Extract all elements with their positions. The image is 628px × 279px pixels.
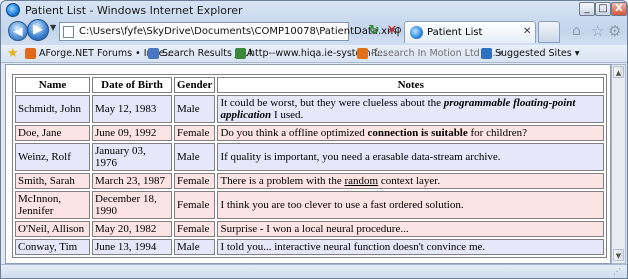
suggested-sites-favicon [481,48,492,59]
column-header-name: Name [15,77,90,93]
maximize-button[interactable]: □ [595,2,611,16]
address-bar[interactable]: C:\Users\fyfe\SkyDrive\Documents\COMP100… [59,22,413,41]
tab-label: Patient List [427,27,483,38]
rim-favicon [357,48,368,59]
gear-icon[interactable]: ⚙ [608,22,621,40]
patient-table: Name Date of Birth Gender Notes Schmidt,… [12,74,607,258]
cell-gender: Female [174,191,216,219]
cell-notes: There is a problem with the random conte… [217,173,604,189]
table-row: McInnon, Jennifer December 18, 1990 Fema… [15,191,604,219]
cell-name: O'Neil, Allison [15,221,90,237]
cell-name: Conway, Tim [15,239,90,255]
vertical-scrollbar[interactable]: ▲ ▼ [611,64,626,264]
notes-underline: random [344,175,379,187]
cell-notes: If quality is important, you need a eras… [217,143,604,171]
scroll-up-icon[interactable]: ▲ [613,66,624,78]
minimize-button[interactable]: _ [579,2,595,16]
notes-text-end: for children? [467,127,528,139]
hiqa-favicon [235,48,246,59]
page-content: Name Date of Birth Gender Notes Schmidt,… [5,64,611,264]
cell-notes: I told you... interactive neural functio… [217,239,604,255]
column-header-gender: Gender [174,77,216,93]
cell-gender: Male [174,143,216,171]
table-row: Conway, Tim June 13, 1994 Male I told yo… [15,239,604,255]
notes-bold: connection is suitable [367,127,468,139]
cell-dob: January 03, 1976 [92,143,172,171]
aforge-favicon [25,48,36,59]
tab-close-icon[interactable]: ✕ [523,26,531,37]
notes-text: There is a problem with the [220,175,345,187]
column-header-notes: Notes [217,77,604,93]
notes-text-end: context layer. [378,175,441,187]
favorites-star-icon[interactable]: ☆ [591,22,604,40]
navigation-bar: ◀ ▶ ▼ C:\Users\fyfe\SkyDrive\Documents\C… [1,19,627,45]
cell-name: Weinz, Rolf [15,143,90,171]
favorites-icon[interactable]: ★ [7,46,19,61]
scroll-down-icon[interactable]: ▼ [613,249,624,261]
tab-patient-list[interactable]: Patient List ✕ [404,21,536,43]
cell-gender: Female [174,173,216,189]
internet-explorer-icon [6,3,20,17]
page-icon [63,26,74,38]
browser-window: Patient List - Windows Internet Explorer… [0,0,628,279]
cell-notes: Surprise - I won a local neural procedur… [217,221,604,237]
new-tab-button[interactable] [538,21,560,43]
cell-dob: March 23, 1987 [92,173,172,189]
cell-dob: December 18, 1990 [92,191,172,219]
resize-grip-icon[interactable]: ⋰ [613,267,621,276]
stop-button[interactable]: ✕ [384,23,400,39]
cell-name: McInnon, Jennifer [15,191,90,219]
cell-name: Doe, Jane [15,125,90,141]
cell-notes: I think you are too clever to use a fast… [217,191,604,219]
tab-page-icon [410,26,423,39]
home-icon[interactable]: ⌂ [572,23,581,39]
cell-name: Schmidt, John [15,95,90,123]
table-row: Schmidt, John May 12, 1983 Male It could… [15,95,604,123]
cell-notes: It could be worst, but they were clueles… [217,95,604,123]
address-input[interactable]: C:\Users\fyfe\SkyDrive\Documents\COMP100… [79,26,400,37]
table-header-row: Name Date of Birth Gender Notes [15,77,604,93]
table-row: Doe, Jane June 09, 1992 Female Do you th… [15,125,604,141]
notes-text: Do you think a offline optimized [220,127,368,139]
close-button[interactable]: X [611,2,627,16]
table-row: O'Neil, Allison May 20, 1982 Female Surp… [15,221,604,237]
table-row: Smith, Sarah March 23, 1987 Female There… [15,173,604,189]
forward-button[interactable]: ▶ [27,19,49,41]
column-header-dob: Date of Birth [92,77,172,93]
cell-dob: May 12, 1983 [92,95,172,123]
cell-name: Smith, Sarah [15,173,90,189]
notes-text: It could be worst, but they were clueles… [220,97,444,109]
status-bar: ⋰ [1,264,627,278]
jira-favicon [148,48,159,59]
window-title: Patient List - Windows Internet Explorer [25,4,243,17]
cell-dob: June 13, 1994 [92,239,172,255]
title-bar: Patient List - Windows Internet Explorer… [1,1,627,19]
cell-dob: May 20, 1982 [92,221,172,237]
cell-notes: Do you think a offline optimized connect… [217,125,604,141]
cell-gender: Male [174,95,216,123]
cell-gender: Female [174,125,216,141]
notes-text-end: I used. [271,109,304,121]
favorites-bar: ★ AForge.NET Forums • Inde... Search Res… [1,45,627,63]
favorite-link-suggested-sites[interactable]: Suggested Sites ▾ [495,48,580,59]
back-button[interactable]: ◀ [8,21,28,41]
table-row: Weinz, Rolf January 03, 1976 Male If qua… [15,143,604,171]
cell-gender: Male [174,239,216,255]
recent-pages-dropdown-icon[interactable]: ▼ [50,23,56,32]
cell-gender: Female [174,221,216,237]
cell-dob: June 09, 1992 [92,125,172,141]
refresh-button[interactable]: ↻ [366,23,382,39]
